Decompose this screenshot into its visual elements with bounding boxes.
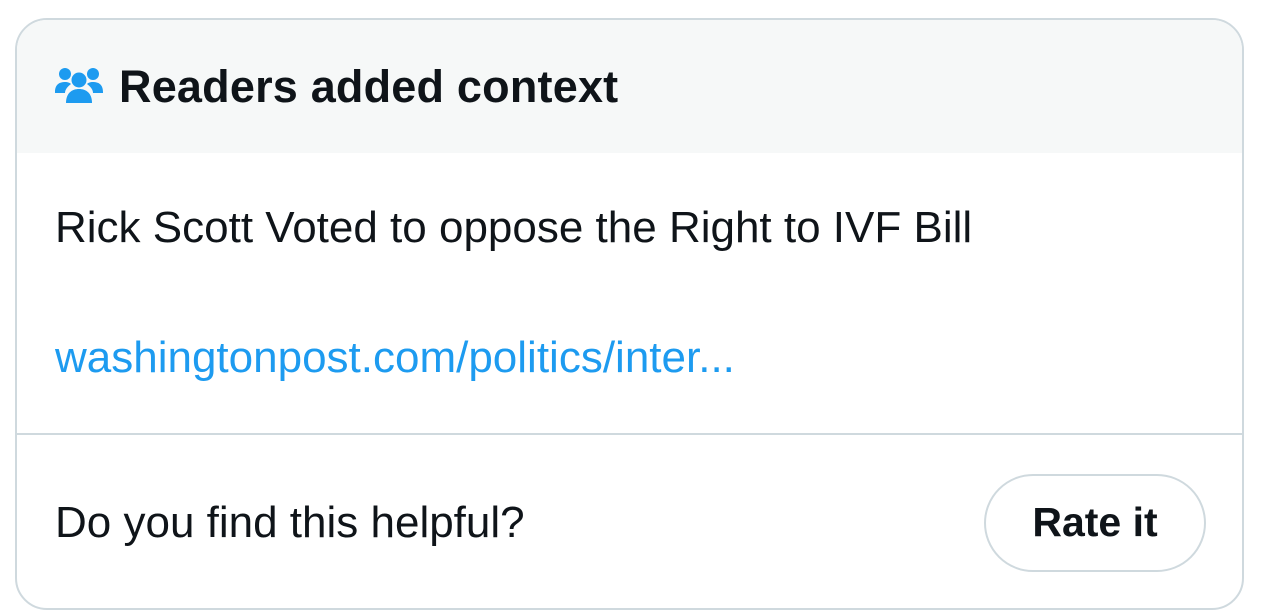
note-footer: Do you find this helpful? Rate it (17, 435, 1242, 608)
rate-it-button[interactable]: Rate it (984, 473, 1206, 572)
note-body: Rick Scott Voted to oppose the Right to … (17, 153, 1242, 433)
community-note-card: Readers added context Rick Scott Voted t… (15, 18, 1244, 610)
note-header: Readers added context (17, 20, 1242, 153)
people-group-icon (53, 65, 105, 105)
note-text: Rick Scott Voted to oppose the Right to … (55, 203, 973, 252)
note-header-title: Readers added context (119, 60, 619, 112)
helpful-question: Do you find this helpful? (55, 497, 525, 547)
note-source-link[interactable]: washingtonpost.com/politics/inter... (55, 329, 735, 387)
